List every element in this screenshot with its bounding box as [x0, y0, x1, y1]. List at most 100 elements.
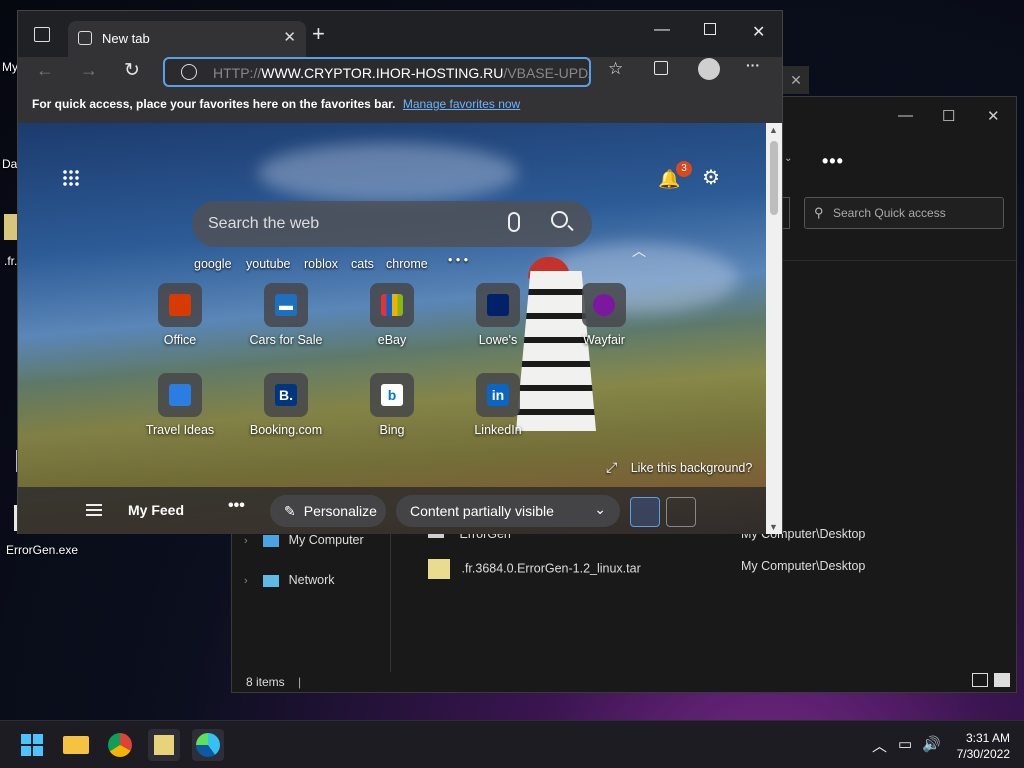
tile-wayfair[interactable]: Wayfair: [559, 283, 649, 347]
large-icons-view-button[interactable]: [994, 673, 1010, 687]
tile-label: Wayfair: [583, 333, 625, 347]
close-window-icon[interactable]: ✕: [752, 22, 765, 42]
page-scrollbar[interactable]: ▲ ▼: [766, 123, 782, 534]
minimize-icon[interactable]: —: [898, 107, 913, 124]
network-icon: [263, 574, 280, 587]
collections-icon[interactable]: [654, 61, 668, 75]
linkedin-logo: in: [487, 384, 509, 406]
tile-label: Bing: [379, 423, 405, 437]
background-window-close-button[interactable]: ✕: [783, 66, 809, 94]
details-view-button[interactable]: [972, 673, 988, 687]
chevron-down-icon[interactable]: ⌄: [784, 153, 792, 164]
chevron-right-icon: ›: [244, 535, 248, 547]
tile-cars-for-sale[interactable]: ▬ Cars for Sale: [241, 283, 331, 347]
search-web-input[interactable]: Search the web: [192, 201, 592, 247]
minimize-icon[interactable]: —: [654, 21, 670, 39]
quick-links-more-button[interactable]: • • •: [448, 253, 468, 267]
tile-bing[interactable]: b Bing: [347, 373, 437, 437]
chrome-taskbar-icon[interactable]: [104, 729, 136, 761]
desktop-icon-label: Da: [2, 157, 18, 171]
suitcase-icon: [158, 373, 202, 417]
search-icon[interactable]: [551, 211, 568, 228]
bing-icon: b: [370, 373, 414, 417]
tab-strip: New tab ✕ + — ✕: [18, 11, 782, 57]
tile-lowes[interactable]: Lowe's: [453, 283, 543, 347]
file-explorer-taskbar-icon[interactable]: [60, 729, 92, 761]
tile-label: Lowe's: [478, 333, 518, 347]
volume-icon[interactable]: 🔊: [922, 735, 941, 753]
folder-icon: [63, 736, 89, 754]
forward-icon[interactable]: →: [80, 60, 98, 81]
network-status-icon[interactable]: ▭: [898, 735, 912, 753]
refresh-icon[interactable]: ↻: [124, 59, 140, 82]
close-tab-icon[interactable]: ✕: [283, 28, 296, 46]
desktop-icon-my[interactable]: My: [2, 60, 18, 74]
scrollbar-thumb[interactable]: [770, 141, 778, 215]
hamburger-menu-icon[interactable]: [86, 504, 102, 516]
nav-item-my-computer[interactable]: › My Computer: [244, 533, 364, 547]
new-tab-favicon-icon: [78, 31, 92, 45]
grid-view-button[interactable]: [630, 497, 660, 527]
new-tab-button[interactable]: +: [312, 21, 325, 47]
search-quick-access-input[interactable]: ⚲ Search Quick access: [804, 197, 1004, 229]
settings-and-more-icon[interactable]: ···: [746, 57, 760, 73]
feed-more-button[interactable]: •••: [228, 497, 245, 515]
content-visibility-label: Content partially visible: [410, 503, 554, 519]
my-feed-tab[interactable]: My Feed: [128, 502, 184, 518]
address-bar[interactable]: HTTP://WWW.CRYPTOR.IHOR-HOSTING.RU/VBASE…: [163, 57, 591, 87]
desktop-icon-fr[interactable]: .fr.: [4, 214, 18, 268]
profile-avatar[interactable]: [698, 58, 720, 80]
show-hidden-icons-chevron[interactable]: ︿: [872, 735, 887, 756]
quick-link-roblox[interactable]: roblox: [304, 257, 338, 271]
scroll-down-arrow-icon[interactable]: ▼: [769, 522, 778, 532]
nav-item-network[interactable]: › Network: [244, 573, 334, 587]
scroll-up-arrow-icon[interactable]: ▲: [769, 125, 778, 135]
desktop-icon-da[interactable]: Da: [2, 157, 17, 171]
pencil-icon: ✎: [284, 503, 296, 519]
tile-label: Office: [163, 333, 197, 347]
collapse-chevron-icon[interactable]: ︿: [632, 241, 646, 261]
office-icon: [158, 283, 202, 327]
tile-office[interactable]: Office: [135, 283, 225, 347]
file-row[interactable]: .fr.3684.0.ErrorGen-1.2_linux.tar My Com…: [428, 559, 988, 579]
tile-ebay[interactable]: eBay: [347, 283, 437, 347]
archive-tool-taskbar-icon[interactable]: [148, 729, 180, 761]
address-path: /VBASE-UPDAT: [503, 65, 589, 81]
address-host: WWW.CRYPTOR.IHOR-HOSTING.RU: [261, 65, 504, 81]
maximize-icon[interactable]: ☐: [942, 107, 955, 125]
start-button[interactable]: [16, 729, 48, 761]
quick-link-google[interactable]: google: [194, 257, 232, 271]
new-tab-page: 🔔 3 ⚙ Search the web google youtube robl…: [18, 123, 766, 534]
tile-label: Booking.com: [249, 423, 323, 437]
car-icon: ▬: [264, 283, 308, 327]
like-background-link[interactable]: ⤢ Like this background?: [606, 459, 752, 476]
tile-travel-ideas[interactable]: Travel Ideas: [135, 373, 225, 437]
booking-icon: B.: [264, 373, 308, 417]
content-visibility-dropdown[interactable]: Content partially visible ⌄: [396, 495, 620, 527]
personalize-button[interactable]: ✎ Personalize: [270, 495, 386, 527]
quick-link-cats[interactable]: cats: [351, 257, 374, 271]
tab-actions-icon[interactable]: [34, 27, 50, 42]
back-icon[interactable]: ←: [36, 60, 54, 81]
microphone-icon[interactable]: [508, 212, 520, 232]
more-options-button[interactable]: •••: [822, 151, 844, 172]
app-launcher-icon[interactable]: [62, 169, 80, 187]
close-icon[interactable]: ✕: [987, 107, 1000, 125]
edge-taskbar-icon[interactable]: [192, 729, 224, 761]
windows-logo-icon: [21, 734, 43, 756]
tile-linkedin[interactable]: in LinkedIn: [453, 373, 543, 437]
tile-label: LinkedIn: [474, 423, 522, 437]
quick-link-youtube[interactable]: youtube: [246, 257, 290, 271]
add-favorite-icon[interactable]: ☆: [608, 59, 623, 79]
edge-browser-window: New tab ✕ + — ✕ ← → ↻ HTTP://WWW.CRYPTOR…: [17, 10, 783, 534]
cars-logo: ▬: [275, 294, 297, 316]
list-view-button[interactable]: [666, 497, 696, 527]
bing-logo: b: [381, 384, 403, 406]
manage-favorites-link[interactable]: Manage favorites now: [403, 97, 520, 111]
tab-new-tab[interactable]: New tab ✕: [68, 21, 306, 57]
quick-link-chrome[interactable]: chrome: [386, 257, 428, 271]
maximize-icon[interactable]: [704, 23, 716, 35]
system-clock[interactable]: 3:31 AM 7/30/2022: [946, 730, 1010, 762]
tile-booking[interactable]: B. Booking.com: [241, 373, 331, 437]
page-settings-gear-icon[interactable]: ⚙: [702, 165, 720, 190]
